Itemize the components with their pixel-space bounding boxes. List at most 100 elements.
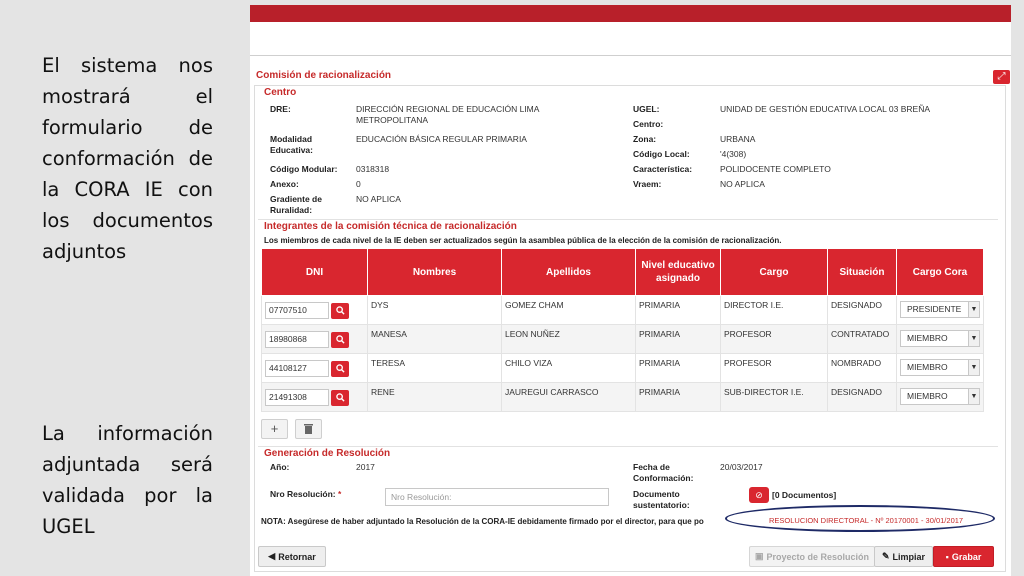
anio-label: Año: (270, 462, 290, 472)
arrow-left-icon: ◀ (268, 551, 276, 561)
codigo-local-label: Código Local: (633, 149, 690, 159)
cell-apellidos: CHILO VIZA (501, 353, 636, 383)
retornar-button[interactable]: ◀ Retornar (258, 546, 326, 567)
cell-apellidos: JAUREGUI CARRASCO (501, 382, 636, 412)
ugel-value: UNIDAD DE GESTIÓN EDUCATIVA LOCAL 03 BRE… (720, 104, 931, 114)
expand-icon[interactable]: ⤢ (993, 70, 1010, 84)
delete-row-button[interactable] (295, 419, 322, 439)
search-icon[interactable] (331, 360, 349, 377)
grabar-label: Grabar (951, 551, 982, 562)
table-header-row: DNI Nombres Apellidos Nivel educativo as… (261, 248, 984, 296)
limpiar-button[interactable]: ✎ Limpiar (874, 546, 933, 567)
instruction-text-top: El sistema nos mostrará el formulario de… (42, 54, 213, 263)
table-row: 21491308 RENE JAUREGUI CARRASCO PRIMARIA… (261, 382, 984, 412)
anexo-value: 0 (356, 179, 361, 189)
highlight-ellipse (725, 505, 995, 532)
dni-input[interactable]: 18980868 (265, 331, 329, 348)
limpiar-label: Limpiar (892, 551, 926, 562)
cell-situacion: CONTRATADO (827, 324, 897, 354)
section-divider (258, 446, 998, 447)
cargo-cora-value: MIEMBRO (907, 362, 948, 372)
search-icon[interactable] (331, 302, 349, 319)
cargo-cora-select[interactable]: PRESIDENTE ▼ (900, 301, 980, 318)
cargo-cora-value: PRESIDENTE (907, 304, 962, 314)
section-title-integrantes: Integrantes de la comisión técnica de ra… (264, 221, 517, 232)
search-icon[interactable] (331, 331, 349, 348)
instruction-text-bottom: La información adjuntada será validada p… (42, 422, 213, 538)
col-header-dni: DNI (261, 248, 368, 296)
dre-value: DIRECCIÓN REGIONAL DE EDUCACIÓN LIMA MET… (356, 104, 539, 125)
nro-resolucion-label-text: Nro Resolución: (270, 489, 336, 499)
caracteristica-value: POLIDOCENTE COMPLETO (720, 164, 831, 174)
modalidad-value: EDUCACIÓN BÁSICA REGULAR PRIMARIA (356, 134, 527, 144)
cell-cargo: PROFESOR (720, 353, 828, 383)
cargo-cora-select[interactable]: MIEMBRO ▼ (900, 359, 980, 376)
gradiente-label: Gradiente de Ruralidad: (270, 194, 322, 215)
plus-icon: + (270, 421, 279, 436)
grabar-button[interactable]: ▪ Grabar (933, 546, 994, 567)
cell-nombres: TERESA (367, 353, 502, 383)
search-icon[interactable] (331, 389, 349, 406)
dni-input[interactable]: 07707510 (265, 302, 329, 319)
zona-label: Zona: (633, 134, 657, 144)
cell-cargo: PROFESOR (720, 324, 828, 354)
cell-nombres: RENE (367, 382, 502, 412)
integrantes-note: Los miembros de cada nivel de la IE debe… (264, 236, 782, 245)
dre-label: DRE: (270, 104, 291, 114)
document-count: [0 Documentos] (772, 490, 837, 500)
nro-resolucion-input[interactable]: Nro Resolución: (385, 488, 609, 506)
cell-situacion: NOMBRADO (827, 353, 897, 383)
cell-nivel: PRIMARIA (635, 295, 721, 325)
proyecto-resolucion-button[interactable]: ▣ Proyecto de Resolución (749, 546, 875, 567)
paperclip-icon: ⊘ (755, 490, 763, 500)
vraem-value: NO APLICA (720, 179, 765, 189)
integrantes-table: DNI Nombres Apellidos Nivel educativo as… (261, 248, 984, 412)
zona-value: URBANA (720, 134, 756, 144)
nota-text: NOTA: Asegúrese de haber adjuntado la Re… (261, 517, 704, 526)
dni-input[interactable]: 44108127 (265, 360, 329, 377)
required-mark: * (338, 489, 342, 499)
form-title: Comisión de racionalización (256, 70, 392, 81)
add-row-button[interactable]: + (261, 419, 288, 439)
cargo-cora-select[interactable]: MIEMBRO ▼ (900, 330, 980, 347)
codigo-modular-value: 0318318 (356, 164, 390, 174)
anio-value: 2017 (356, 462, 375, 472)
col-header-nivel: Nivel educativo asignado (635, 248, 721, 296)
nro-resolucion-label: Nro Resolución: * (270, 489, 341, 500)
gradiente-value: NO APLICA (356, 194, 401, 204)
anexo-label: Anexo: (270, 179, 299, 189)
trash-icon (304, 424, 313, 434)
cargo-cora-value: MIEMBRO (907, 333, 948, 343)
section-divider (258, 219, 998, 220)
centro-label: Centro: (633, 119, 664, 129)
cell-nombres: DYS (367, 295, 502, 325)
cell-nivel: PRIMARIA (635, 324, 721, 354)
col-header-apellidos: Apellidos (501, 248, 636, 296)
dni-input[interactable]: 21491308 (265, 389, 329, 406)
cell-cargo: DIRECTOR I.E. (720, 295, 828, 325)
fecha-value: 20/03/2017 (720, 462, 763, 472)
print-icon: ▣ (754, 551, 764, 561)
cell-apellidos: LEON NUÑEZ (501, 324, 636, 354)
cargo-cora-select[interactable]: MIEMBRO ▼ (900, 388, 980, 405)
chevron-down-icon: ▼ (968, 360, 979, 375)
vraem-label: Vraem: (633, 179, 662, 189)
chevron-down-icon: ▼ (968, 302, 979, 317)
col-header-nombres: Nombres (367, 248, 502, 296)
cell-cargo: SUB-DIRECTOR I.E. (720, 382, 828, 412)
cell-nivel: PRIMARIA (635, 382, 721, 412)
fecha-label: Fecha de Conformación: (633, 462, 694, 483)
table-row: 44108127 TERESA CHILO VIZA PRIMARIA PROF… (261, 353, 984, 383)
table-row: 07707510 DYS GOMEZ CHAM PRIMARIA DIRECTO… (261, 295, 984, 325)
eraser-icon: ✎ (881, 551, 890, 561)
retornar-label: Retornar (278, 551, 316, 562)
chevron-down-icon: ▼ (968, 331, 979, 346)
col-header-cargo: Cargo (720, 248, 828, 296)
cell-nombres: MANESA (367, 324, 502, 354)
col-header-situacion: Situación (827, 248, 897, 296)
section-title-resolucion: Generación de Resolución (264, 448, 391, 459)
caracteristica-label: Característica: (633, 164, 693, 174)
chevron-down-icon: ▼ (968, 389, 979, 404)
attach-document-button[interactable]: ⊘ (749, 487, 769, 503)
cargo-cora-value: MIEMBRO (907, 391, 948, 401)
